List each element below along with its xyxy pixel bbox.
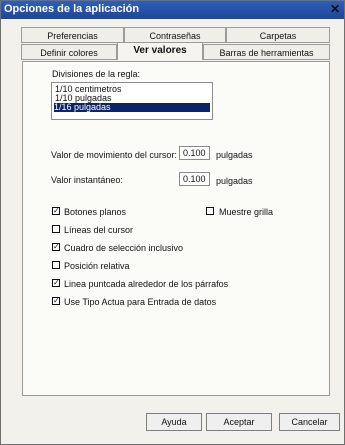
tipo-actua-label: Use Tipo Actua para Entrada de datos: [64, 297, 217, 307]
cursor-move-label: Valor de movimiento del cursor:: [51, 150, 177, 160]
tipo-actua-checkbox[interactable]: ✓: [52, 297, 60, 305]
muestre-grilla-label: Muestre grilla: [219, 207, 274, 217]
cursor-move-unit: pulgadas: [216, 150, 253, 160]
snap-label: Valor instantáneo:: [51, 175, 123, 185]
tab-contrasenas[interactable]: Contraseñas: [124, 27, 226, 43]
check-icon: ✓: [53, 278, 60, 287]
window-title: Opciones de la aplicación: [4, 3, 140, 15]
posicion-relativa-label: Posición relativa: [64, 261, 130, 271]
botones-planos-label: Botones planos: [64, 207, 127, 217]
check-icon: ✓: [53, 206, 60, 215]
muestre-grilla-checkbox[interactable]: [206, 207, 214, 215]
tab-carpetas[interactable]: Carpetas: [226, 27, 330, 43]
tab-ver-valores[interactable]: Ver valores: [117, 42, 203, 60]
tab-preferencias[interactable]: Preferencias: [21, 27, 124, 43]
tab-definir-colores[interactable]: Definir colores: [21, 44, 117, 60]
ok-button[interactable]: Aceptar: [206, 413, 272, 431]
snap-unit: pulgadas: [216, 176, 253, 186]
application-options-window: Opciones de la aplicación ✕ Preferencias…: [0, 0, 345, 445]
botones-planos-checkbox[interactable]: ✓: [52, 207, 60, 215]
title-bar[interactable]: Opciones de la aplicación ✕: [1, 1, 344, 19]
list-item-selected[interactable]: 1/16 pulgadas: [54, 103, 210, 112]
cursor-move-input[interactable]: 0.100: [179, 146, 210, 160]
posicion-relativa-checkbox[interactable]: [52, 261, 60, 269]
linea-puntcada-checkbox[interactable]: ✓: [52, 279, 60, 287]
check-icon: ✓: [53, 242, 60, 251]
snap-input[interactable]: 0.100: [179, 172, 210, 186]
cancel-button[interactable]: Cancelar: [279, 413, 340, 431]
check-icon: ✓: [53, 296, 60, 305]
lineas-cursor-label: Líneas del cursor: [64, 225, 134, 235]
tab-barras-herramientas[interactable]: Barras de herramientas: [203, 44, 330, 60]
lineas-cursor-checkbox[interactable]: [52, 225, 60, 233]
rule-divisions-label: Divisiones de la regla:: [52, 69, 141, 79]
cuadro-seleccion-checkbox[interactable]: ✓: [52, 243, 60, 251]
close-icon[interactable]: ✕: [328, 2, 342, 16]
linea-puntcada-label: Linea puntcada alrededor de los párrafos: [64, 279, 229, 289]
rule-divisions-list[interactable]: 1/10 centimetros 1/10 pulgadas 1/16 pulg…: [51, 82, 213, 120]
ver-valores-panel: Divisiones de la regla: 1/10 centimetros…: [22, 61, 330, 396]
cuadro-seleccion-label: Cuadro de selección inclusivo: [64, 243, 184, 253]
help-button[interactable]: Ayuda: [146, 413, 202, 431]
